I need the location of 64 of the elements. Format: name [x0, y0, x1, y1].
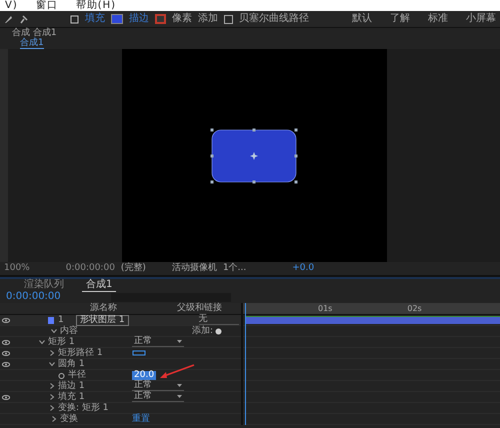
rounded-rectangle-shape[interactable] [209, 126, 299, 184]
property-name: 变换: 矩形 1 [58, 404, 110, 412]
search-field[interactable] [110, 292, 231, 302]
menu-item[interactable]: V) [2, 0, 21, 11]
exposure-value[interactable]: +0.0 [292, 264, 314, 273]
stopwatch-icon[interactable] [58, 372, 65, 378]
panel-tab[interactable]: 渲染队列 [20, 279, 68, 291]
fill-swatch[interactable] [111, 14, 123, 24]
timeline-timecode[interactable]: 0:00:00:00 [6, 292, 61, 302]
eye-icon[interactable] [2, 362, 10, 366]
bezier-label: 贝塞尔曲线路径 [239, 14, 309, 24]
workspace-tab[interactable]: 了解 [390, 14, 410, 24]
blend-mode-dropdown[interactable]: 正常 [132, 381, 184, 391]
pen-tool-icon[interactable] [4, 14, 13, 24]
shape-tool-icon[interactable] [70, 14, 79, 24]
caret-icon[interactable] [177, 340, 182, 343]
layer-number: 1 [58, 316, 65, 324]
bezier-checkbox[interactable] [224, 14, 233, 24]
reset-link[interactable]: 重置 [132, 414, 150, 424]
ruler-label: 02s [407, 304, 422, 312]
blend-mode-dropdown[interactable]: 正常 [132, 392, 184, 402]
pixels-label: 像素 [172, 14, 192, 24]
property-name: 半径 [68, 370, 87, 380]
add-label[interactable]: 添加 [198, 14, 218, 24]
caret-icon[interactable] [177, 384, 182, 387]
resolution-dropdown[interactable]: (完整) [120, 264, 146, 273]
eye-icon[interactable] [2, 394, 10, 400]
views-dropdown[interactable]: 1个... [222, 264, 246, 273]
property-name: 填充 1 [58, 392, 86, 402]
property-name: 圆角 1 [58, 360, 86, 368]
radius-value[interactable]: 20.0 [132, 370, 156, 380]
property-name: 描边 1 [58, 382, 86, 390]
viewer-timecode[interactable]: 0:00:00:00 [66, 264, 115, 273]
workspace-tab[interactable]: 标准 [428, 14, 448, 24]
eye-icon[interactable] [2, 350, 10, 356]
pin-tool-icon[interactable] [19, 14, 28, 24]
add-icon[interactable] [215, 328, 222, 334]
eye-icon[interactable] [2, 340, 10, 344]
blend-mode-dropdown[interactable]: 正常 [132, 337, 184, 347]
column-header: 源名称 [90, 304, 117, 313]
fill-label[interactable]: 填充 [85, 14, 105, 24]
property-name: 矩形 1 [48, 338, 76, 346]
comp-tab[interactable]: 合成 合成1 [12, 29, 57, 38]
column-header: 父级和链接 [177, 304, 222, 313]
workspace-tab[interactable]: 小屏幕 [466, 14, 496, 24]
label-color-swatch[interactable] [48, 316, 54, 324]
ruler-label: 01s [318, 304, 332, 312]
add-label[interactable]: 添加: [192, 326, 214, 336]
arrow-annotation [158, 364, 196, 380]
stroke-label[interactable]: 描边 [129, 14, 149, 24]
path-direction-icon[interactable] [132, 350, 146, 356]
camera-dropdown[interactable]: 活动摄像机 [172, 264, 217, 273]
zoom-level[interactable]: 100% [4, 264, 30, 273]
property-name: 内容 [60, 326, 79, 336]
caret-icon[interactable] [177, 395, 182, 398]
layer-name[interactable]: 形状图层 1 [76, 314, 129, 326]
stroke-swatch[interactable] [155, 14, 166, 24]
panel-tab[interactable]: 合成1 [82, 278, 116, 292]
menu-item[interactable]: 帮助(H) [72, 0, 120, 11]
property-name: 变换 [60, 414, 79, 424]
eye-icon[interactable] [2, 318, 10, 322]
parent-dropdown[interactable]: 无 [198, 315, 239, 325]
property-name: 矩形路径 1 [58, 348, 104, 358]
workspace-tab[interactable]: 默认 [352, 14, 372, 24]
